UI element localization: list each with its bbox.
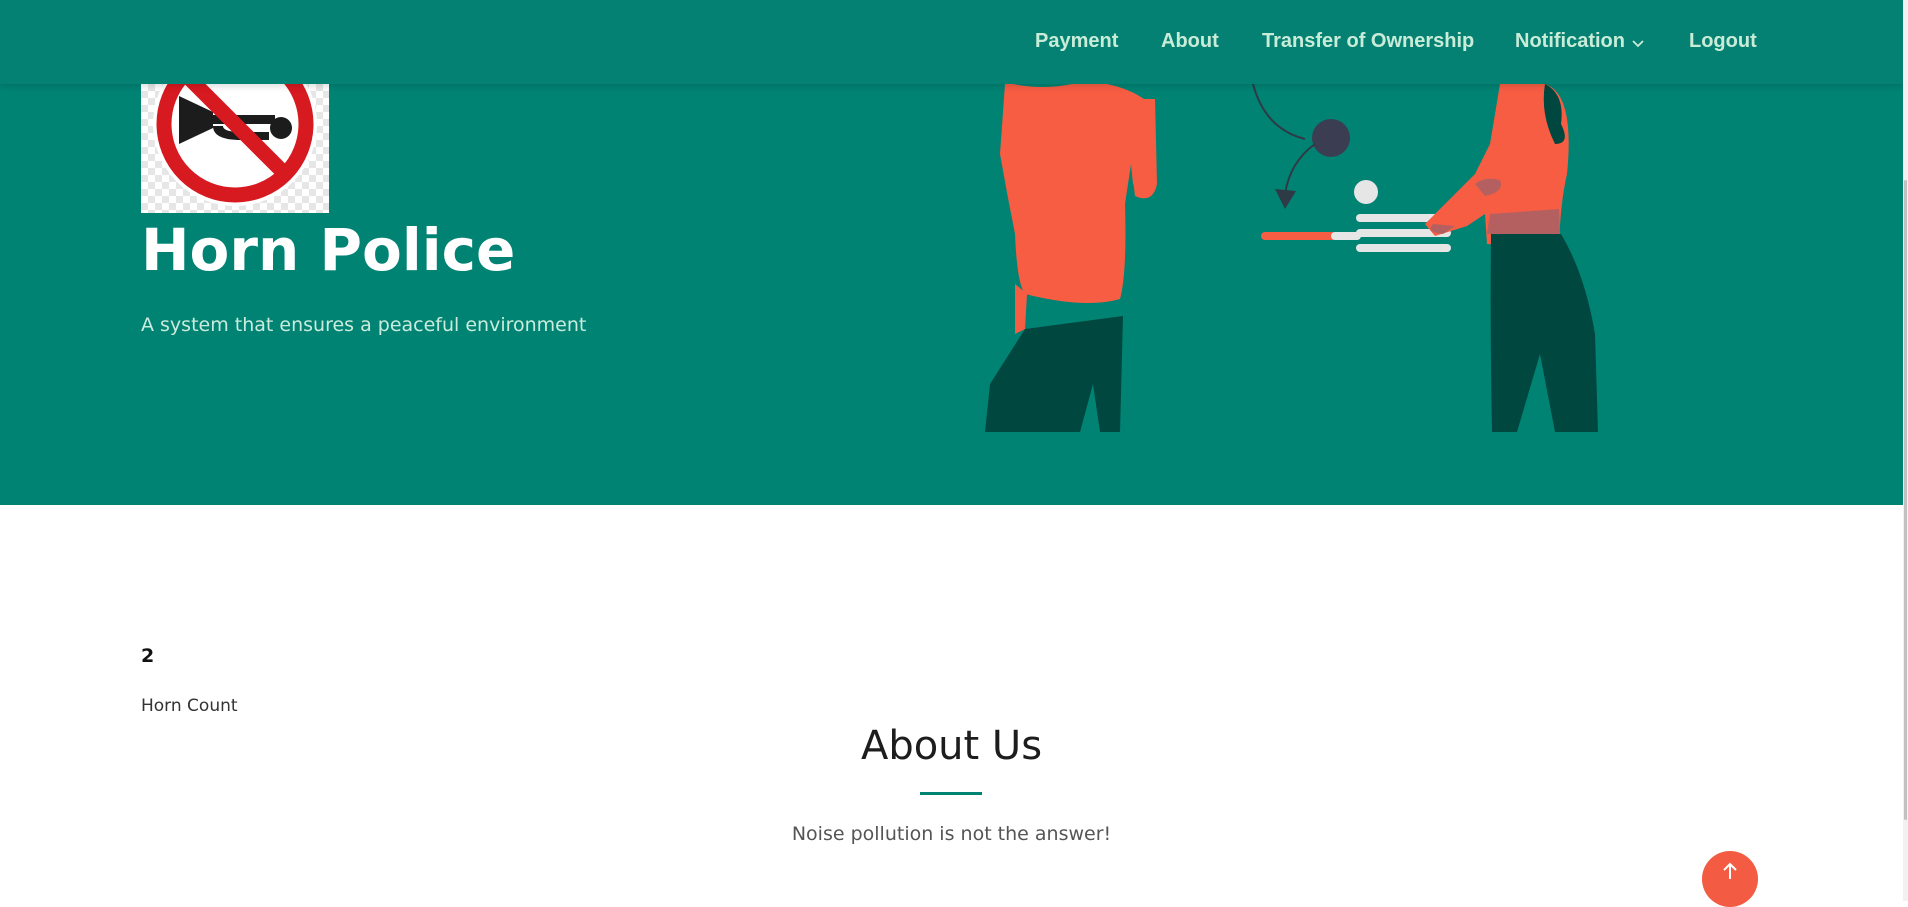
scrollbar-thumb[interactable]: [1904, 180, 1907, 820]
hero-title: Horn Police: [141, 216, 516, 284]
chevron-down-icon: [1631, 29, 1645, 55]
top-navbar: Payment About Transfer of Ownership Noti…: [0, 0, 1903, 84]
nav-notification-label: Notification: [1515, 30, 1625, 52]
nav-notification-dropdown[interactable]: Notification: [1515, 28, 1645, 54]
arrow-up-icon: [1721, 861, 1739, 885]
page-scrollbar[interactable]: [1903, 0, 1908, 901]
nav-logout[interactable]: Logout: [1689, 28, 1757, 54]
about-us-title: About Us: [860, 723, 1043, 769]
nav-about[interactable]: About: [1161, 28, 1219, 54]
nav-transfer-of-ownership[interactable]: Transfer of Ownership: [1262, 28, 1474, 54]
no-horn-sign-icon: [141, 84, 329, 213]
back-to-top-button[interactable]: [1702, 851, 1758, 907]
nav-payment[interactable]: Payment: [1035, 28, 1118, 54]
about-us-subtitle: Noise pollution is not the answer!: [791, 823, 1112, 845]
two-people-exchange-illustration: [955, 83, 1675, 432]
title-underline: [920, 792, 982, 795]
horn-count-value: 2: [141, 645, 155, 667]
horn-count-label: Horn Count: [141, 696, 238, 716]
hero-subtitle: A system that ensures a peaceful environ…: [141, 314, 587, 336]
hero-section: Payment About Transfer of Ownership Noti…: [0, 0, 1903, 505]
